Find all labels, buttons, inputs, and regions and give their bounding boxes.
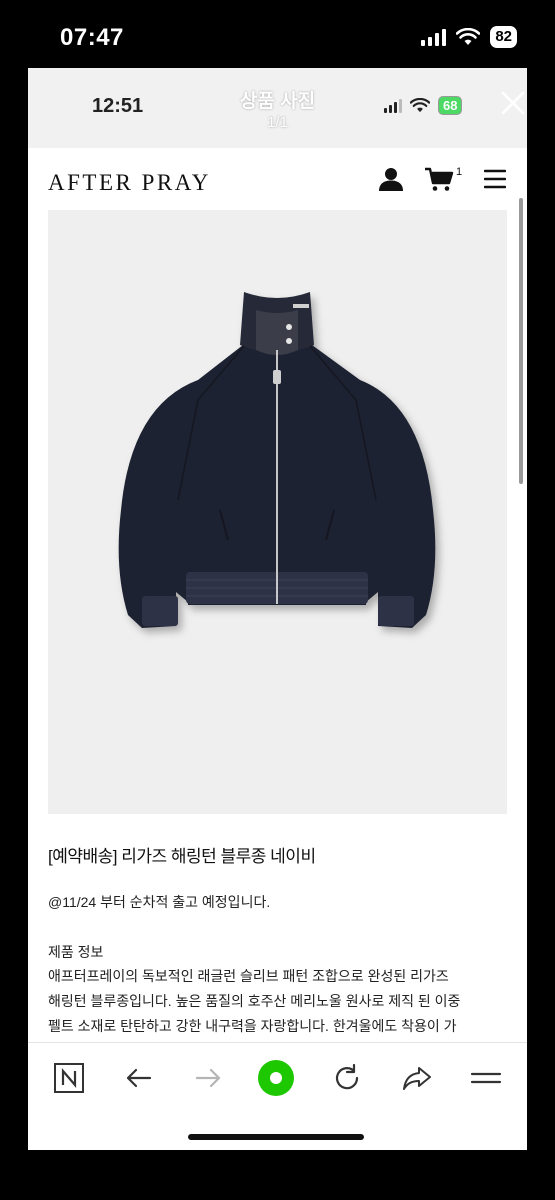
- scrollbar[interactable]: [519, 198, 523, 484]
- product-description: 애프터프레이의 독보적인 래글런 슬리브 패턴 조합으로 완성된 리가즈 해링턴…: [48, 964, 510, 1039]
- reload-icon[interactable]: [330, 1061, 364, 1095]
- viewer-header: 12:51 상품 사진 1/1 68: [28, 68, 527, 148]
- signal-icon: [421, 28, 447, 46]
- cart-icon[interactable]: [424, 166, 454, 192]
- inner-status-icons: 68: [384, 96, 463, 115]
- home-indicator[interactable]: [188, 1134, 364, 1140]
- outer-time: 07:47: [60, 24, 124, 51]
- outer-status-icons: 82: [421, 26, 517, 48]
- browser-toolbar: [28, 1042, 527, 1112]
- n-icon[interactable]: [52, 1061, 86, 1095]
- description-line: 펠트 소재로 탄탄하고 강한 내구력을 자랑합니다. 한겨울에도 착용이 가: [48, 1018, 457, 1034]
- green-dot-icon[interactable]: [257, 1059, 295, 1097]
- product-image: [48, 210, 507, 814]
- back-arrow-icon[interactable]: [122, 1061, 156, 1095]
- shipping-note: @11/24 부터 순차적 출고 예정입니다.: [48, 894, 271, 910]
- jacket-illustration: [118, 292, 436, 628]
- outer-battery: 82: [490, 26, 517, 48]
- wifi-icon: [456, 28, 481, 45]
- photo-viewer: 12:51 상품 사진 1/1 68 AFTER PRAY 1 [예약배송] 리…: [28, 68, 527, 1150]
- store-header: AFTER PRAY 1: [28, 148, 527, 210]
- close-icon[interactable]: [498, 88, 527, 118]
- photo-counter: 1/1: [267, 114, 288, 131]
- user-icon[interactable]: [378, 166, 404, 192]
- share-icon[interactable]: [400, 1061, 434, 1095]
- description-line: 해링턴 블루종입니다. 높은 품질의 호주산 메리노울 원사로 제직 된 이중: [48, 993, 461, 1009]
- inner-signal-icon: [384, 98, 402, 113]
- forward-arrow-icon[interactable]: [191, 1061, 225, 1095]
- phone-screen: 07:47 82 12:51 상품 사진 1/1 68 AFTER PRAY 1…: [0, 0, 555, 1200]
- product-title: [예약배송] 리가즈 해링턴 블루종 네이비: [48, 847, 316, 866]
- outer-status-bar: 07:47 82: [0, 0, 555, 70]
- cart-count-badge: 1: [456, 166, 463, 178]
- inner-wifi-icon: [410, 98, 430, 113]
- store-logo[interactable]: AFTER PRAY: [48, 170, 211, 196]
- hamburger-icon[interactable]: [469, 1061, 503, 1095]
- menu-icon[interactable]: [484, 168, 506, 190]
- product-info-heading: 제품 정보: [48, 944, 104, 960]
- description-line: 애프터프레이의 독보적인 래글런 슬리브 패턴 조합으로 완성된 리가즈: [48, 968, 449, 984]
- inner-battery: 68: [438, 96, 463, 115]
